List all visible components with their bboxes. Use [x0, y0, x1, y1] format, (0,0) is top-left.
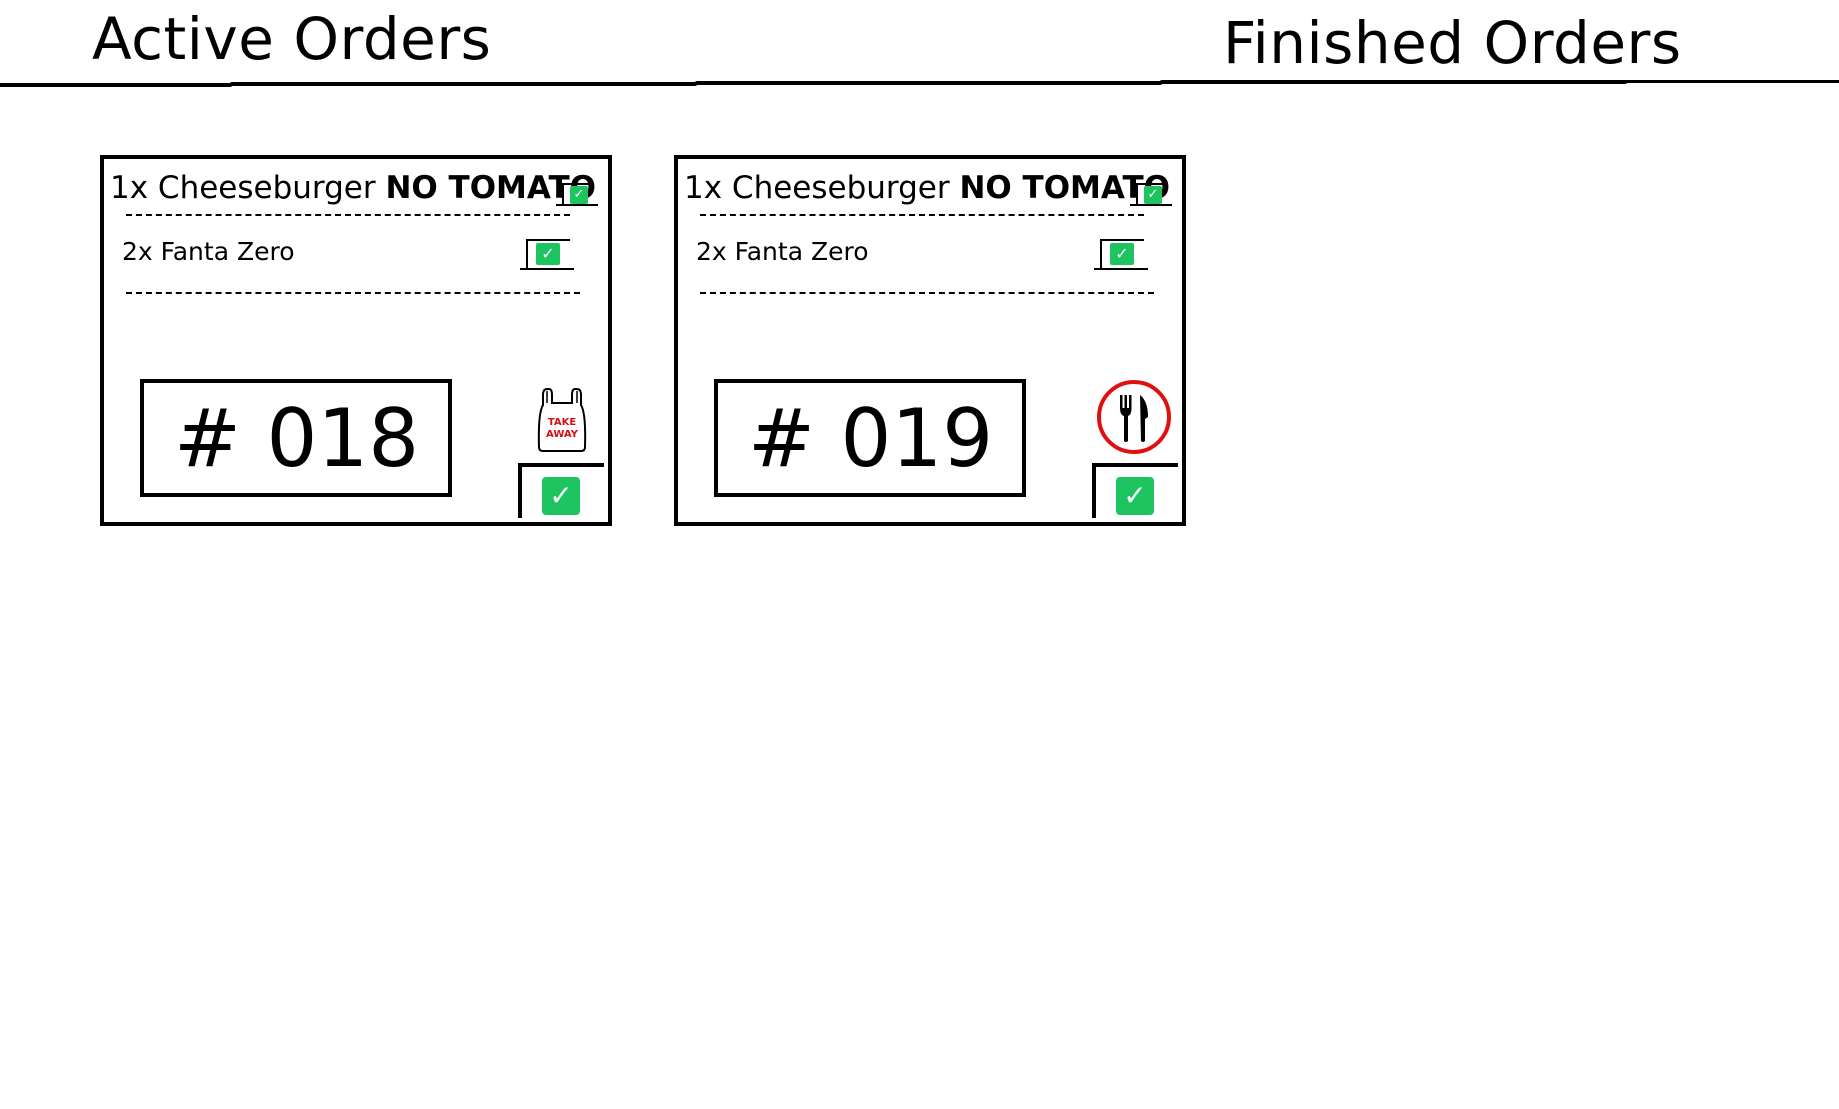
order-item-text: 2x Fanta Zero — [696, 239, 869, 264]
header-divider — [0, 80, 1839, 87]
order-item-text: 1x Cheeseburger NO TOMATO — [110, 173, 596, 204]
item-name: 1x Cheeseburger — [110, 170, 386, 206]
check-icon: ✓ — [570, 186, 588, 204]
item-divider — [700, 292, 1154, 294]
check-icon: ✓ — [536, 243, 560, 265]
order-number-box: # 018 — [140, 379, 452, 497]
order-number: # 018 — [174, 392, 420, 485]
order-card-019[interactable]: 1x Cheeseburger NO TOMATO ✓ 2x Fanta Zer… — [674, 155, 1186, 526]
order-card-018[interactable]: 1x Cheeseburger NO TOMATO ✓ 2x Fanta Zer… — [100, 155, 612, 526]
item-name: 1x Cheeseburger — [684, 170, 960, 206]
order-item-text: 2x Fanta Zero — [122, 239, 295, 264]
item-name: 2x Fanta Zero — [696, 237, 869, 266]
tab-active-orders-label: Active Orders — [92, 5, 492, 73]
item-checkbox[interactable]: ✓ — [520, 239, 574, 270]
svg-text:AWAY: AWAY — [546, 429, 579, 440]
svg-text:TAKE: TAKE — [548, 417, 577, 428]
mark-order-done-button[interactable]: ✓ — [518, 463, 604, 518]
tab-finished-orders-label: Finished Orders — [1223, 9, 1682, 77]
takeaway-bag-icon: TAKE AWAY — [537, 388, 587, 452]
order-number-box: # 019 — [714, 379, 1026, 497]
check-icon: ✓ — [1116, 477, 1154, 515]
check-icon: ✓ — [1110, 243, 1134, 265]
order-number: # 019 — [748, 392, 994, 485]
item-divider — [126, 292, 580, 294]
item-divider — [700, 214, 1144, 216]
item-checkbox[interactable]: ✓ — [556, 183, 598, 206]
check-icon: ✓ — [542, 477, 580, 515]
item-checkbox[interactable]: ✓ — [1130, 183, 1172, 206]
dine-in-cutlery-icon — [1097, 380, 1171, 454]
item-name: 2x Fanta Zero — [122, 237, 295, 266]
mark-order-done-button[interactable]: ✓ — [1092, 463, 1178, 518]
check-icon: ✓ — [1144, 186, 1162, 204]
item-checkbox[interactable]: ✓ — [1094, 239, 1148, 270]
item-divider — [126, 214, 570, 216]
order-item-text: 1x Cheeseburger NO TOMATO — [684, 173, 1170, 204]
